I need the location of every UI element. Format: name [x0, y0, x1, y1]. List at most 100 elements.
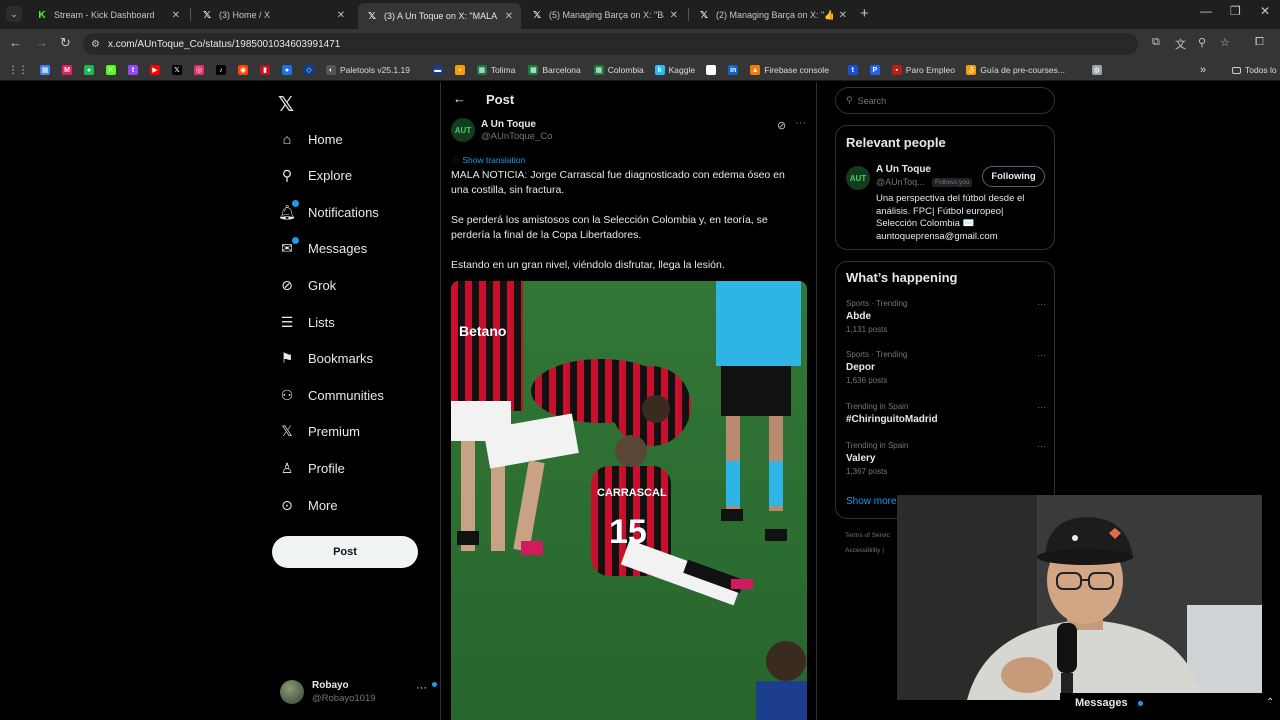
back-icon[interactable]: ← [9, 35, 22, 50]
person-handle[interactable]: @AUnToq... [876, 177, 925, 187]
more-dots-icon[interactable]: ··· [1037, 350, 1046, 360]
browser-tab-active[interactable]: 𝕏 (3) A Un Toque on X: "MALA NO ✕ [358, 3, 521, 29]
browser-tab[interactable]: 𝕏 (5) Managing Barça on X: "Barc ✕ [523, 4, 686, 26]
avatar[interactable]: AUT [846, 166, 870, 190]
apps-icon[interactable]: ⋮⋮ [8, 63, 28, 77]
bookmark-icon-item[interactable]: ▪ [454, 63, 469, 77]
bookmark-icon-item[interactable]: K [106, 63, 120, 77]
trend-item[interactable]: Sports · Trending Abde 1,131 posts ··· [846, 299, 1046, 334]
close-tab-icon[interactable]: ✕ [337, 10, 345, 21]
bookmark-item[interactable]: k Kaggle [654, 63, 695, 77]
search-box[interactable]: ⚲ [835, 87, 1055, 114]
bookmark-favicon-icon: k [654, 65, 665, 75]
url-text[interactable]: x.com/AUnToque_Co/status/198500103460399… [108, 39, 340, 50]
reload-icon[interactable]: ↻ [60, 35, 71, 51]
close-tab-icon[interactable]: ✕ [839, 10, 847, 21]
close-tab-icon[interactable]: ✕ [670, 10, 678, 21]
x-logo-icon[interactable]: 𝕏 [278, 92, 294, 117]
more-dots-icon[interactable]: ··· [1037, 441, 1046, 451]
trend-item[interactable]: Trending in Spain #ChiringuitoMadrid ··· [846, 402, 1046, 425]
accessibility-link[interactable]: Accessibility | [845, 547, 884, 554]
bookmark-icon-item[interactable]: ▦ [40, 63, 54, 77]
person-name[interactable]: A Un Toque [876, 164, 931, 175]
extensions-icon[interactable]: ⧠ [1255, 36, 1264, 49]
bookmark-item[interactable]: ▪ Paro Empleo [891, 63, 955, 77]
more-dots-icon[interactable]: ··· [416, 682, 427, 694]
browser-tab[interactable]: 𝕏 (3) Home / X ✕ [193, 4, 353, 26]
bookmark-icon-item[interactable]: t [847, 63, 862, 77]
author-name[interactable]: A Un Toque [481, 119, 536, 130]
bookmark-item[interactable]: ▦ Barcelona [528, 63, 581, 77]
all-bookmarks-folder[interactable]: Todos lo [1232, 63, 1277, 77]
bookmark-icon-item[interactable]: ◉ [238, 63, 252, 77]
bookmark-icon-item[interactable]: ◍ [1091, 63, 1106, 77]
bookmark-icon-item[interactable]: ◉ [706, 63, 720, 77]
maximize-button[interactable]: ❐ [1230, 4, 1241, 18]
nav-item-messages[interactable]: ✉ Messages [278, 234, 367, 264]
bookmark-icon-item[interactable]: ▶ [150, 63, 164, 77]
nav-item-more[interactable]: ⊙ More [278, 490, 338, 520]
nav-item-notifications[interactable]: 🔔︎ Notifications [278, 197, 379, 227]
show-translation-link[interactable]: ◌ Show translation [453, 155, 525, 165]
bookmark-icon-item[interactable]: ● [84, 63, 98, 77]
bookmark-star-icon[interactable]: ☆ [1220, 36, 1230, 49]
more-dots-icon[interactable]: ··· [795, 117, 806, 129]
bookmarks-overflow-icon[interactable]: » [1200, 63, 1206, 77]
forward-icon[interactable]: → [35, 35, 48, 50]
grok-icon[interactable]: ⊘ [777, 119, 786, 132]
close-tab-icon[interactable]: ✕ [505, 11, 513, 22]
nav-item-bookmarks[interactable]: ⚑ Bookmarks [278, 344, 373, 374]
browser-tab[interactable]: K Stream - Kick Dashboard ✕ [28, 4, 188, 26]
new-tab-button[interactable]: + [860, 5, 869, 22]
translate-icon[interactable]: 文 [1175, 36, 1186, 52]
nav-item-lists[interactable]: ☰ Lists [278, 307, 335, 337]
more-dots-icon[interactable]: ··· [1037, 299, 1046, 309]
more-dots-icon[interactable]: ··· [1037, 402, 1046, 412]
terms-link[interactable]: Terms of Servic [845, 532, 890, 539]
bookmark-item[interactable]: ▲ Firebase console [750, 63, 829, 77]
bookmark-item[interactable]: ℨ Guía de pre-courses... [966, 63, 1065, 77]
bookmark-icon-item[interactable]: ● [282, 63, 296, 77]
bookmark-icon-item[interactable]: ◎ [194, 63, 208, 77]
bookmark-icon-item[interactable]: in [728, 63, 742, 77]
bookmark-icon-item[interactable]: ▬ [432, 63, 447, 77]
expand-messages-icon[interactable]: ⌃ [1266, 697, 1274, 708]
site-info-icon[interactable]: ⚙ [91, 39, 100, 50]
bookmark-icon-item[interactable]: 𝕏 [172, 63, 186, 77]
bookmark-item[interactable]: ▦ Tolima [476, 63, 515, 77]
nav-item-premium[interactable]: 𝕏 Premium [278, 417, 360, 447]
bookmark-item[interactable]: ▦ Colombia [593, 63, 644, 77]
bookmark-icon-item[interactable]: P [869, 63, 884, 77]
minimize-button[interactable]: — [1200, 4, 1212, 18]
address-bar[interactable]: ⚙ x.com/AUnToque_Co/status/1985001034603… [83, 33, 1138, 55]
install-app-icon[interactable]: ⧉ [1152, 36, 1160, 49]
avatar[interactable]: AUT [451, 118, 475, 142]
post-button[interactable]: Post [272, 536, 418, 568]
post-photo[interactable]: Betano CARRASCAL 15 [451, 281, 807, 720]
trend-item[interactable]: Trending in Spain Valery 1,367 posts ··· [846, 441, 1046, 476]
nav-item-profile[interactable]: ♙ Profile [278, 453, 345, 483]
close-tab-icon[interactable]: ✕ [172, 10, 180, 21]
back-arrow-icon[interactable]: ← [453, 91, 466, 106]
zoom-icon[interactable]: ⚲ [1198, 36, 1206, 49]
following-button[interactable]: Following [982, 166, 1045, 187]
nav-item-explore[interactable]: ⚲ Explore [278, 161, 352, 191]
nav-item-grok[interactable]: ⊘ Grok [278, 270, 336, 300]
author-handle[interactable]: @AUnToque_Co [481, 131, 552, 142]
bookmark-icon-item[interactable]: ▮ [260, 63, 274, 77]
bookmark-icon-item[interactable]: ♪ [216, 63, 230, 77]
browser-tab[interactable]: 𝕏 (2) Managing Barça on X: "👍✌ ✕ [690, 4, 855, 26]
show-more-link[interactable]: Show more [846, 496, 897, 507]
bookmark-icon-item[interactable]: ◇ [304, 63, 318, 77]
nav-item-home[interactable]: ⌂ Home [278, 124, 343, 154]
nav-item-communities[interactable]: ⚇ Communities [278, 380, 384, 410]
account-switcher[interactable]: Robayo @Robayo1019 ··· [278, 678, 437, 708]
bookmark-icon-item[interactable]: M [62, 63, 76, 77]
bookmark-icon-item[interactable]: t [128, 63, 142, 77]
tab-search-button[interactable]: ⌄ [6, 6, 22, 22]
bookmark-item[interactable]: ◐ Paletools v25.1.19 [326, 63, 410, 77]
messages-drawer[interactable]: Messages ⌃ [1060, 693, 1274, 720]
close-window-button[interactable]: ✕ [1260, 4, 1270, 18]
trend-item[interactable]: Sports · Trending Depor 1,636 posts ··· [846, 350, 1046, 385]
search-input[interactable] [857, 95, 1028, 106]
